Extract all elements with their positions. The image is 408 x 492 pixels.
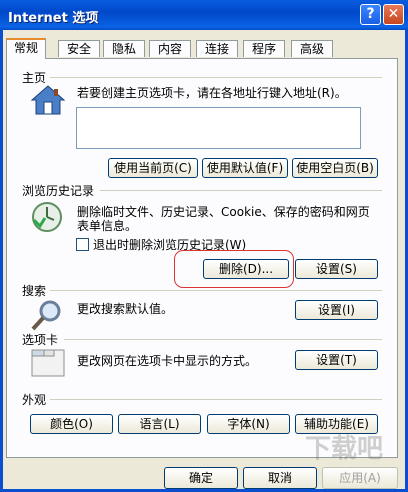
history-heading: 浏览历史记录 <box>22 184 95 198</box>
tabs-settings-button[interactable]: 设置(T) <box>295 350 378 370</box>
house-icon <box>30 85 66 115</box>
magnifier-icon <box>31 300 61 331</box>
homepage-description: 若要创建主页选项卡，请在各地址行键入地址(R)。 <box>77 86 347 100</box>
title-bar[interactable]: Internet 选项 ? ✕ <box>0 0 408 30</box>
divider <box>100 190 382 191</box>
history-description-line1: 删除临时文件、历史记录、Cookie、保存的密码和网页 <box>77 205 370 219</box>
ok-button[interactable]: 确定 <box>164 467 238 489</box>
tab-privacy[interactable]: 隐私 <box>103 40 145 57</box>
homepage-address-field[interactable] <box>76 107 361 149</box>
tab-connections[interactable]: 连接 <box>196 40 238 57</box>
colors-button[interactable]: 颜色(O) <box>30 414 113 434</box>
divider <box>50 290 382 291</box>
tabs-icon <box>31 349 65 377</box>
fonts-button[interactable]: 字体(N) <box>207 414 290 434</box>
watermark-logo: 下载吧 <box>305 434 384 464</box>
tab-advanced[interactable]: 高级 <box>291 40 333 57</box>
appearance-heading: 外观 <box>22 393 47 407</box>
tab-content[interactable]: 内容 <box>149 40 191 57</box>
search-settings-button[interactable]: 设置(I) <box>295 300 378 320</box>
use-default-button[interactable]: 使用默认值(F) <box>202 158 288 178</box>
apply-button[interactable]: 应用(A) <box>322 467 398 489</box>
search-heading: 搜索 <box>22 284 47 298</box>
use-blank-button[interactable]: 使用空白页(B) <box>292 158 378 178</box>
divider <box>50 77 382 78</box>
languages-button[interactable]: 语言(L) <box>118 414 201 434</box>
search-description: 更改搜索默认值。 <box>77 302 174 316</box>
history-settings-button[interactable]: 设置(S) <box>295 259 378 279</box>
tab-general[interactable]: 常规 <box>6 38 46 59</box>
cancel-button[interactable]: 取消 <box>243 467 317 489</box>
divider <box>64 339 382 340</box>
tabs-description: 更改网页在选项卡中显示的方式。 <box>77 354 258 368</box>
window-title: Internet 选项 <box>8 11 99 26</box>
help-button[interactable]: ? <box>360 4 381 25</box>
use-current-page-button[interactable]: 使用当前页(C) <box>108 158 198 178</box>
delete-button[interactable]: 删除(D)... <box>203 259 289 279</box>
tab-programs[interactable]: 程序 <box>243 40 285 57</box>
question-icon: ? <box>366 6 375 22</box>
close-icon: ✕ <box>387 6 400 22</box>
tab-security[interactable]: 安全 <box>58 40 100 57</box>
delete-on-exit-checkbox[interactable] <box>76 238 89 251</box>
close-button[interactable]: ✕ <box>383 4 404 25</box>
divider <box>50 399 382 400</box>
history-description-line2: 表单信息。 <box>77 219 138 233</box>
history-clock-icon <box>32 202 62 232</box>
